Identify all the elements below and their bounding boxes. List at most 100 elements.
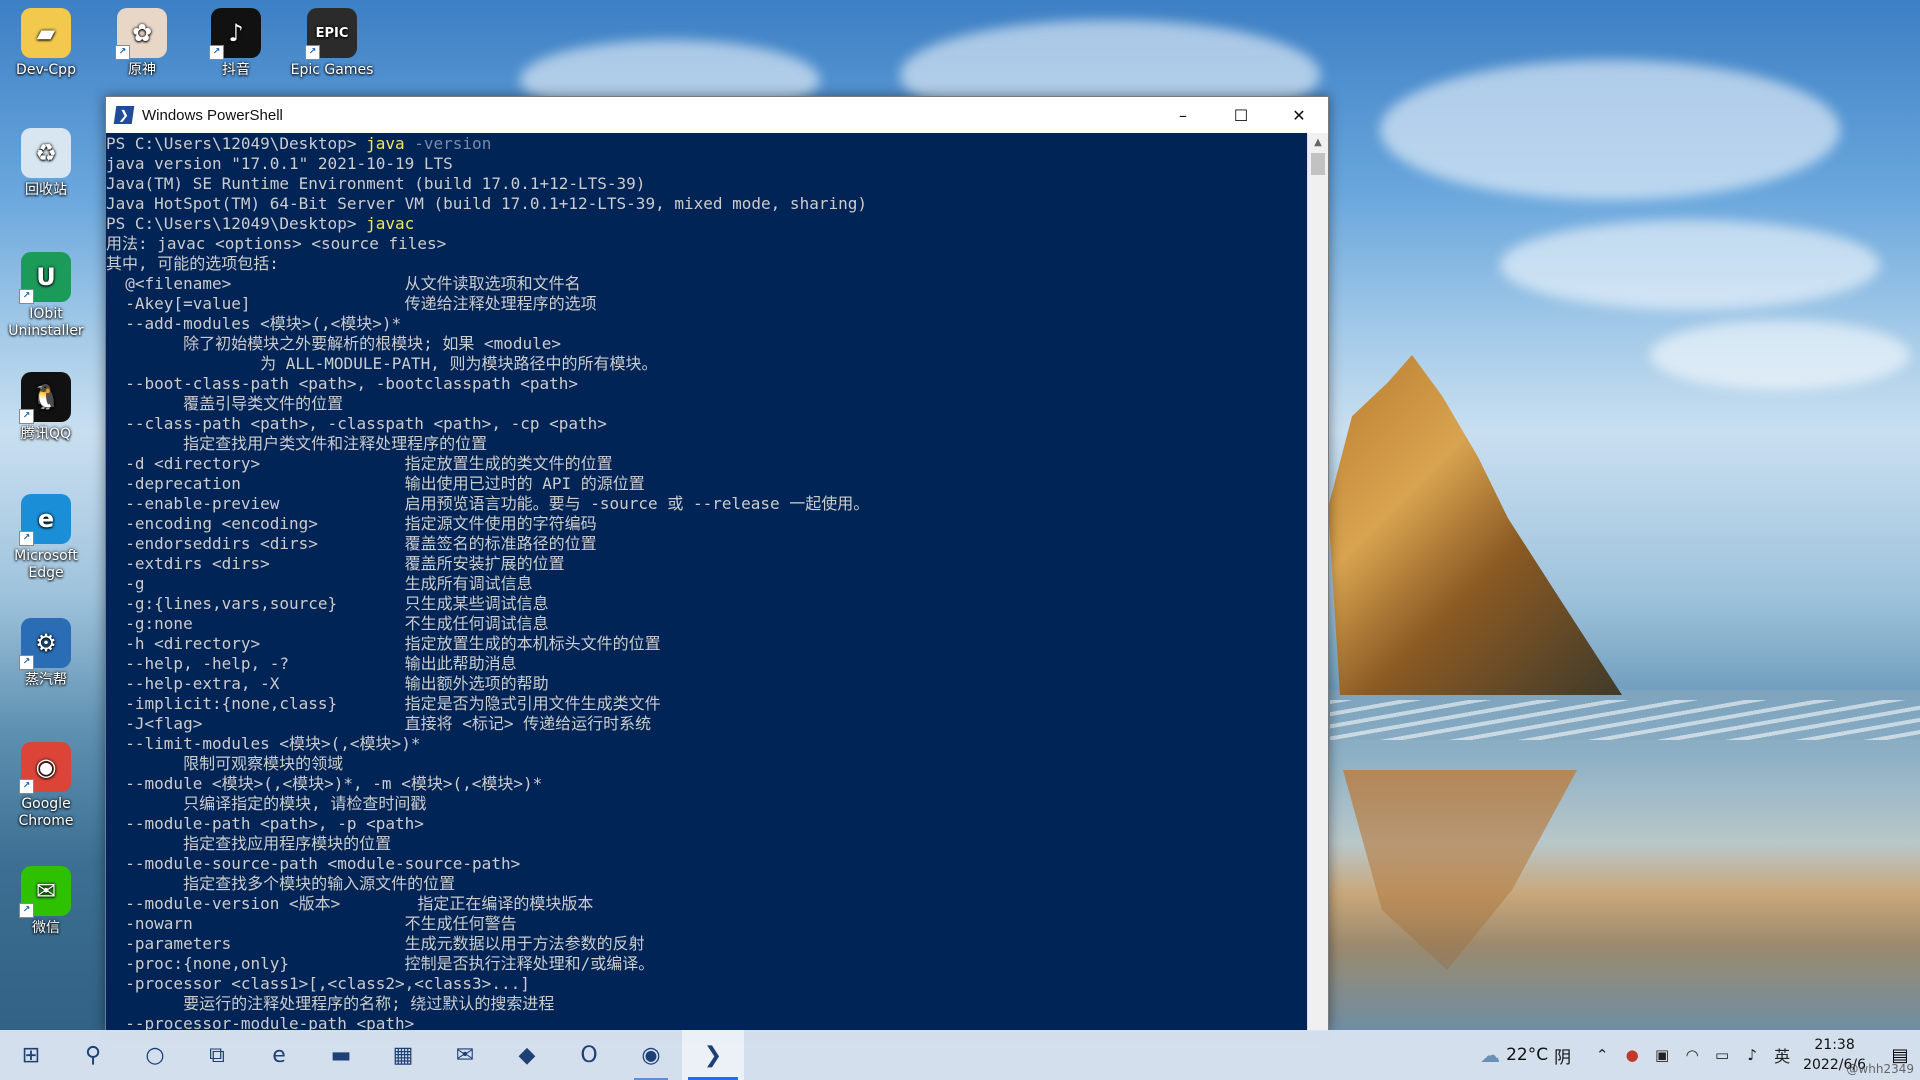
console-output-line: -nowarn 不生成任何警告 [106,914,517,933]
taskbar-store[interactable]: ▦ [372,1030,434,1080]
console-output-line: -Akey[=value] 传递给注释处理程序的选项 [106,294,597,313]
console-output-line: Java(TM) SE Runtime Environment (build 1… [106,174,646,193]
close-button[interactable]: ✕ [1270,97,1328,133]
wifi-icon[interactable]: ◠ [1677,1046,1707,1064]
desktop-icon-8[interactable]: ⚙ ↗ 蒸汽帮 [4,618,88,689]
shortcut-arrow-icon: ↗ [19,655,34,670]
task-view-icon: ⧉ [209,1042,225,1068]
weather-widget[interactable]: ☁ 22°C 阴 [1480,1043,1571,1068]
volume-icon[interactable]: ♪ [1737,1046,1767,1064]
task-view-button[interactable]: ⧉ [186,1030,248,1080]
wechat-icon: ✉ ↗ [19,866,71,918]
shortcut-arrow-icon: ↗ [19,409,34,424]
powershell-window[interactable]: ❯ Windows PowerShell – ☐ ✕ PS C:\Users\1… [105,96,1329,1032]
console-output-line: -encoding <encoding> 指定源文件使用的字符编码 [106,514,597,533]
show-hidden-icons-icon[interactable]: ⌃ [1587,1046,1617,1064]
console-output-line: 为 ALL-MODULE-PATH, 则为模块路径中的所有模块。 [106,354,658,373]
console-output-line: 除了初始模块之外要解析的根模块; 如果 <module> [106,334,562,353]
console-output-line: -deprecation 输出使用已过时的 API 的源位置 [106,474,645,493]
qq-tray-icon[interactable]: ● [1617,1046,1647,1064]
console-output-line: --help, -help, -? 输出此帮助消息 [106,654,517,673]
taskbar-edge[interactable]: e [248,1030,310,1080]
wallpaper-waves [1330,700,1920,740]
taskbar-mail[interactable]: ✉ [434,1030,496,1080]
folder-icon: ▬ [330,1042,352,1068]
cortana-button[interactable]: ○ [124,1030,186,1080]
console-output-line: -extdirs <dirs> 覆盖所安装扩展的位置 [106,554,565,573]
prompt-command: javac [366,214,415,233]
cloud-icon: ☁ [1480,1043,1501,1067]
start-button[interactable]: ⊞ [0,1030,62,1080]
watermark: @whh2349 [1846,1062,1914,1076]
scroll-up-icon[interactable]: ▲ [1308,133,1328,151]
taskbar-chrome[interactable]: ◉ [620,1030,682,1080]
shortcut-arrow-icon: ↗ [19,779,34,794]
console-scrollbar[interactable]: ▲ [1307,133,1328,1031]
desktop-icon-10[interactable]: ✉ ↗ 微信 [4,866,88,937]
taskbar-powershell[interactable]: ❯ [682,1030,744,1080]
desktop-icon-7[interactable]: e ↗ Microsoft Edge [4,494,88,582]
console-prompt-line: PS C:\Users\12049\Desktop> java -version [106,134,1308,154]
windows-logo-icon: ⊞ [21,1042,41,1068]
desktop-icon-label: 腾讯QQ [20,426,72,442]
chrome-icon: ◉ [641,1042,661,1068]
taskbar-file-explorer[interactable]: ▬ [310,1030,372,1080]
desktop-icon-1[interactable]: ✿ ↗ 原神 [100,8,184,79]
taskbar-alienware[interactable]: ◆ [496,1030,558,1080]
cortana-circle-icon: ○ [145,1042,165,1068]
console-output-line: -processor <class1>[,<class2>,<class3>..… [106,974,530,993]
weather-temp: 22°C [1506,1045,1549,1065]
console-output-line: -proc:{none,only} 控制是否执行注释处理和/或编译。 [106,954,655,973]
scroll-thumb[interactable] [1311,153,1325,175]
search-icon: ⚲ [84,1042,102,1068]
shortcut-arrow-icon: ↗ [305,45,320,60]
office-icon: O [580,1042,598,1068]
maximize-button[interactable]: ☐ [1212,97,1270,133]
minimize-button[interactable]: – [1154,97,1212,133]
tray-app-icon[interactable]: ▣ [1647,1046,1677,1064]
store-icon: ▦ [392,1042,414,1068]
alien-icon: ◆ [518,1042,536,1068]
desktop-icon-6[interactable]: 🐧 ↗ 腾讯QQ [4,372,88,443]
chrome-icon: ◉ ↗ [19,742,71,794]
console-output-line: --module-version <版本> 指定正在编译的模块版本 [106,894,594,913]
taskbar-office[interactable]: O [558,1030,620,1080]
prompt-path: PS C:\Users\12049\Desktop> [106,214,367,233]
console-output[interactable]: PS C:\Users\12049\Desktop> java -version… [106,133,1308,1031]
shortcut-arrow-icon: ↗ [19,531,34,546]
powershell-icon: ❯ [113,106,135,124]
desktop-icon-5[interactable]: U ↗ IObit Uninstaller [4,252,88,340]
console-output-line: -g 生成所有调试信息 [106,574,533,593]
console-output-line: --class-path <path>, -classpath <path>, … [106,414,607,433]
prompt-command: java [366,134,405,153]
desktop-icon-0[interactable]: ▰ Dev-Cpp [4,8,88,79]
weather-condition: 阴 [1554,1047,1572,1068]
console-output-line: @<filename> 从文件读取选项和文件名 [106,274,581,293]
window-titlebar[interactable]: ❯ Windows PowerShell – ☐ ✕ [106,97,1328,133]
wallpaper-rock [1328,355,1622,695]
console-output-line: 指定查找多个模块的输入源文件的位置 [106,874,456,893]
console-output-line: -d <directory> 指定放置生成的类文件的位置 [106,454,613,473]
shortcut-arrow-icon: ↗ [19,903,34,918]
folder-icon: ▰ [21,8,71,58]
desktop-icon-3[interactable]: EPIC ↗ Epic Games [290,8,374,79]
taskbar: ⊞ ⚲ ○ ⧉ e ▬ ▦ ✉ ◆ O ◉ ❯ ☁ 22°C 阴 ⌃ ● ▣ ◠ ▭ ♪ 英 21:3… [0,1030,1920,1080]
search-button[interactable]: ⚲ [62,1030,124,1080]
prompt-path: PS C:\Users\12049\Desktop> [106,134,367,153]
console-output-line: -implicit:{none,class} 指定是否为隐式引用文件生成类文件 [106,694,661,713]
douyin-icon: ♪ ↗ [209,8,261,60]
desktop-icon-label: 微信 [32,920,60,936]
desktop-icon-9[interactable]: ◉ ↗ Google Chrome [4,742,88,830]
window-title: Windows PowerShell [142,106,283,124]
console-output-line: -parameters 生成元数据以用于方法参数的反射 [106,934,645,953]
desktop-icon-2[interactable]: ♪ ↗ 抖音 [194,8,278,79]
console-output-line: 只编译指定的模块, 请检查时间戳 [106,794,427,813]
battery-icon[interactable]: ▭ [1707,1046,1737,1064]
ime-indicator[interactable]: 英 [1767,1043,1797,1067]
console-output-line: 用法: javac <options> <source files> [106,234,447,253]
desktop-icon-4[interactable]: ♻ 回收站 [4,128,88,199]
console-output-line: --help-extra, -X 输出额外选项的帮助 [106,674,549,693]
desktop-icon-label: 抖音 [222,62,250,78]
console-output-line: --enable-preview 启用预览语言功能。要与 -source 或 -… [106,494,870,513]
console-output-line: --limit-modules <模块>(,<模块>)* [106,734,421,753]
